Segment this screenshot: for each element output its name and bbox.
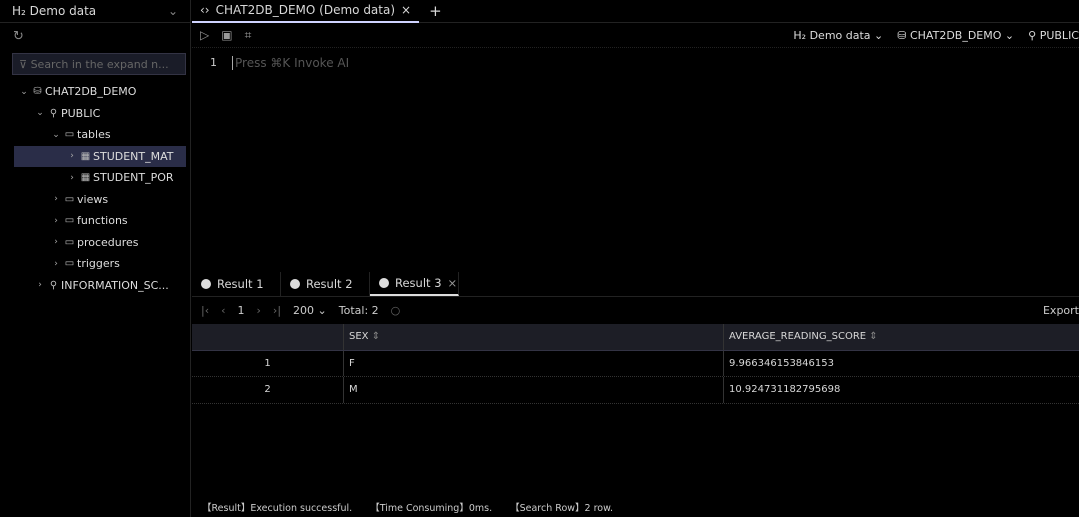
tree-item[interactable]: › ▦ STUDENT_MAT [14, 145, 186, 167]
refresh-results-icon[interactable]: ○ [391, 304, 401, 317]
last-page-icon[interactable]: ›| [273, 304, 281, 317]
database-icon: ⛁ [33, 86, 42, 98]
schema-icon: ⚲ [49, 107, 58, 119]
success-icon [201, 279, 211, 289]
chevron-right-icon[interactable]: › [66, 173, 78, 183]
table-cell[interactable]: F [343, 350, 723, 376]
filter-icon: ⊽ [19, 57, 31, 71]
tree-item[interactable]: ⌄ ⛁ CHAT2DB_DEMO [0, 81, 190, 103]
table-cell[interactable]: 2 [192, 384, 343, 395]
schema-icon: ⚲ [49, 279, 58, 291]
status-bar: 【Result】Execution successful. 【Time Cons… [202, 503, 614, 514]
datasource-dropdown[interactable]: H₂ Demo data ⌄ [793, 29, 883, 42]
chevron-down-icon[interactable]: ⌄ [34, 108, 46, 118]
chevron-right-icon[interactable]: › [50, 237, 62, 247]
export-button[interactable]: Export [1043, 304, 1079, 317]
table-row[interactable]: 2 M 10.924731182795698 [192, 377, 1079, 404]
sort-icon[interactable]: ⇕ [869, 331, 877, 342]
table-row[interactable]: 1 F 9.966346153846153 [192, 350, 1079, 377]
tree-item[interactable]: ⌄ ⚲ PUBLIC [0, 103, 190, 125]
table-cell[interactable]: 10.924731182795698 [723, 377, 1079, 403]
folder-icon: ▭ [64, 129, 75, 141]
chevron-right-icon[interactable]: › [50, 259, 62, 269]
column-header[interactable]: AVERAGE_READING_SCORE ⇕ [723, 324, 1079, 350]
tab-console[interactable]: ‹› CHAT2DB_DEMO (Demo data) × [192, 0, 420, 23]
result-table: SEX ⇕ AVERAGE_READING_SCORE ⇕ 1 F 9.96634615… [192, 324, 1079, 404]
tree-item[interactable]: › ▭ views [0, 189, 190, 211]
folder-icon: ▭ [64, 236, 75, 248]
run-icon[interactable]: ▷ [200, 28, 209, 42]
database-icon: ⛁ [897, 28, 910, 42]
tree-item[interactable]: › ▭ triggers [0, 253, 190, 275]
success-icon [290, 279, 300, 289]
table-cell[interactable]: 9.966346153846153 [723, 350, 1079, 376]
close-icon[interactable]: × [401, 3, 411, 17]
table-cell[interactable]: 1 [192, 358, 343, 369]
page-size-select[interactable]: 200 ⌄ [293, 304, 327, 317]
chevron-down-icon[interactable]: ⌄ [18, 87, 30, 97]
success-icon [379, 278, 389, 288]
chevron-down-icon: ⌄ [167, 4, 178, 18]
save-icon[interactable]: ▣ [221, 28, 232, 42]
chevron-right-icon[interactable]: › [50, 194, 62, 204]
tree-item[interactable]: › ▭ procedures [0, 232, 190, 254]
datasource-selector[interactable]: H₂ Demo data ⌄ [0, 0, 190, 23]
schema-icon: ⚲ [1028, 28, 1040, 42]
table-icon: ▦ [80, 172, 91, 184]
result-tab[interactable]: Result 1 [192, 272, 281, 296]
schema-dropdown[interactable]: ⚲ PUBLIC [1028, 29, 1079, 42]
folder-icon: ▭ [64, 258, 75, 270]
tree-item[interactable]: › ▭ functions [0, 210, 190, 232]
refresh-icon[interactable]: ↻ [0, 23, 190, 50]
sort-icon[interactable]: ⇕ [372, 331, 380, 342]
next-page-icon[interactable]: › [257, 304, 261, 317]
table-header: SEX ⇕ AVERAGE_READING_SCORE ⇕ [192, 324, 1079, 351]
code-icon: ‹› [200, 3, 210, 17]
column-header[interactable]: SEX ⇕ [343, 324, 723, 350]
result-tab[interactable]: Result 2 [281, 272, 370, 296]
folder-icon: ▭ [64, 215, 75, 227]
prev-page-icon[interactable]: ‹ [221, 304, 225, 317]
table-icon: ▦ [80, 150, 91, 162]
total-count: Total: 2 [338, 303, 379, 317]
current-page: 1 [237, 303, 245, 317]
chevron-down-icon[interactable]: ⌄ [50, 130, 62, 140]
tree-item[interactable]: › ⚲ INFORMATION_SC... [0, 275, 190, 297]
database-dropdown[interactable]: ⛁ CHAT2DB_DEMO ⌄ [897, 29, 1014, 42]
tree-search-input[interactable]: ⊽ Search in the expand n... [12, 53, 186, 75]
sql-editor[interactable]: 1 Press ⌘K Invoke AI [192, 48, 1079, 268]
table-cell[interactable]: M [343, 377, 723, 403]
sidebar: H₂ Demo data ⌄ ↻ ⊽ Search in the expand n… [0, 0, 191, 517]
chevron-right-icon[interactable]: › [66, 151, 78, 161]
folder-icon: ▭ [64, 193, 75, 205]
result-tab[interactable]: Result 3 × [370, 272, 459, 296]
database-tree: ⌄ ⛁ CHAT2DB_DEMO ⌄ ⚲ PUBLIC ⌄ ▭ tables › ▦ STUDENT_… [0, 81, 190, 296]
format-icon[interactable]: ⌗ [245, 28, 252, 43]
chevron-right-icon[interactable]: › [50, 216, 62, 226]
tree-item[interactable]: › ▦ STUDENT_POR [0, 167, 190, 189]
chevron-right-icon[interactable]: › [34, 280, 46, 290]
close-icon[interactable]: × [448, 276, 458, 290]
first-page-icon[interactable]: |‹ [201, 304, 209, 317]
add-tab-button[interactable]: + [419, 2, 452, 20]
tree-item[interactable]: ⌄ ▭ tables [0, 124, 190, 146]
